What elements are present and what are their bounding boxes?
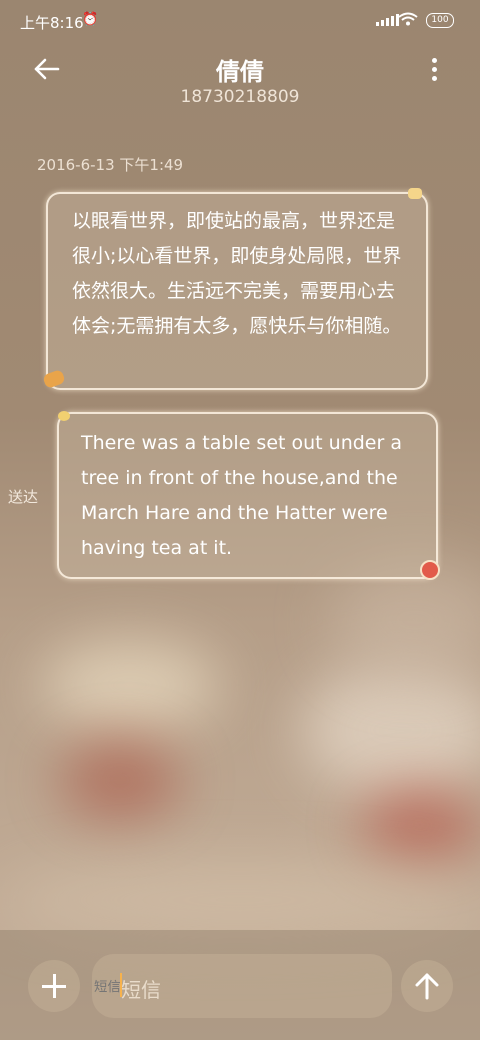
incoming-message-bubble[interactable]: 以眼看世界，即使站的最高，世界还是很小;以心看世界，即使身处局限，世界依然很大。… [46,192,428,390]
status-bar: 上午8:16 ⏰ 100 [0,0,480,40]
message-timestamp: 2016-6-13 下午1:49 [37,156,184,174]
sms-input-placeholder: 短信 [121,978,161,1002]
contact-name: 倩倩 [216,58,264,86]
sticker-decoration-icon [420,560,440,580]
phone-number: 18730218809 [180,87,300,107]
status-time: 上午8:16 [20,14,84,32]
alarm-icon: ⏰ [82,12,99,27]
message-text: 以眼看世界，即使站的最高，世界还是很小;以心看世界，即使身处局限，世界依然很大。… [72,210,402,337]
send-arrow-up-icon[interactable] [401,960,453,1012]
sticker-decoration-icon [408,188,422,199]
plus-icon[interactable] [28,960,80,1012]
more-vertical-icon[interactable] [420,55,448,83]
delivery-status: 送达 [8,488,39,506]
text-cursor [120,973,122,997]
battery-indicator: 100 [426,13,454,28]
sticker-decoration-icon [58,411,70,421]
wifi-icon [398,12,418,30]
message-text: There was a table set out under a tree i… [81,432,402,559]
signal-icon [376,14,399,26]
outgoing-message-bubble[interactable]: There was a table set out under a tree i… [57,412,438,579]
